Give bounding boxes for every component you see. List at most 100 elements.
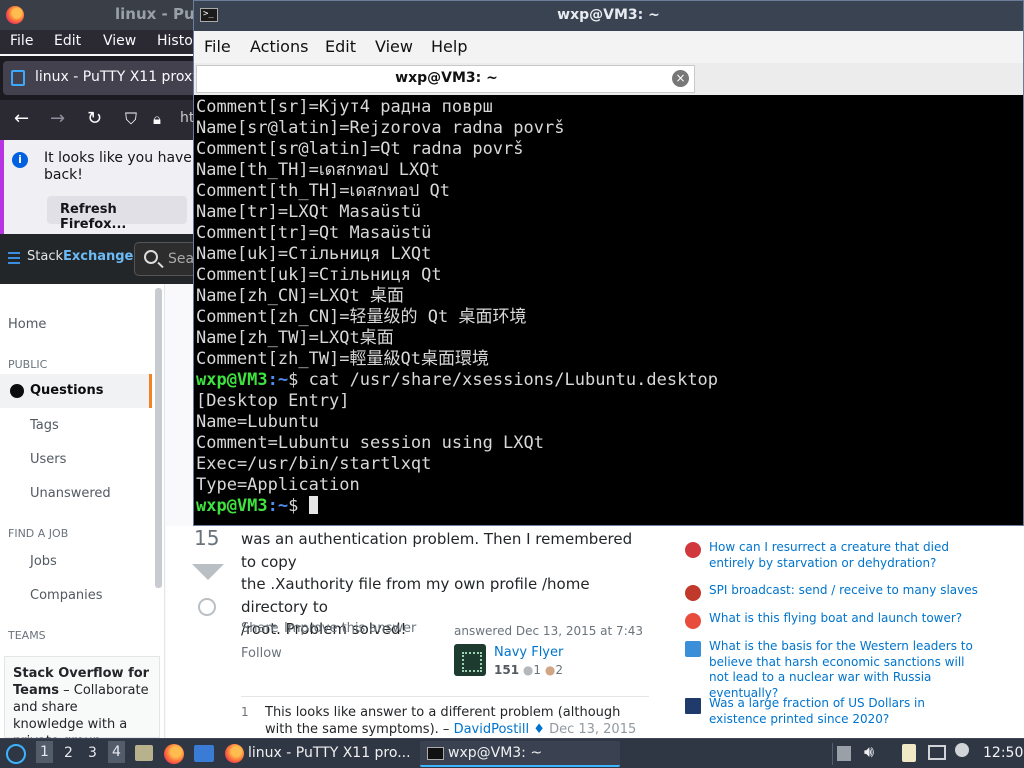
search-input[interactable]: Sea xyxy=(134,242,200,276)
prompt-path: :~ xyxy=(267,496,289,516)
answered-date: answered Dec 13, 2015 at 7:43 xyxy=(454,624,643,638)
back-icon[interactable]: ← xyxy=(14,108,29,129)
menu-file[interactable]: File xyxy=(204,37,231,56)
task-firefox[interactable]: linux - PuTTY X11 pro... xyxy=(220,741,416,767)
terminal-line: Name[th_TH]=เดสกทอป LXQt xyxy=(196,160,440,180)
clock[interactable]: 12:50 xyxy=(983,745,1023,761)
lock-icon[interactable]: 🔒︎ xyxy=(153,110,161,128)
menu-view[interactable]: View xyxy=(375,37,413,56)
avatar[interactable] xyxy=(454,644,486,676)
stackexchange-header: StackExchange Sea xyxy=(0,234,200,284)
workspace-1[interactable]: 1 xyxy=(36,741,53,763)
putty-tab-icon xyxy=(11,70,25,86)
firefox-tab[interactable]: linux - PuTTY X11 proxy: xyxy=(3,61,204,95)
sidebar-item-jobs[interactable]: Jobs xyxy=(30,554,57,569)
terminal-titlebar[interactable]: >_ wxp@VM3: ~ xyxy=(194,1,1023,31)
show-desktop-icon[interactable] xyxy=(194,745,214,762)
terminal-tab-label: wxp@VM3: ~ xyxy=(395,70,498,86)
firefox-launcher-icon[interactable] xyxy=(164,744,184,764)
terminal-line: Name[tr]=LXQt Masaüstü xyxy=(196,202,422,222)
volume-icon[interactable]: 🔊︎ xyxy=(864,742,880,761)
network-icon[interactable] xyxy=(928,745,946,760)
terminal-prompt-line[interactable]: wxp@VM3:~$ xyxy=(196,496,318,517)
sidebar-item-label: Questions xyxy=(30,383,104,398)
follow-link[interactable]: Follow xyxy=(241,646,282,661)
forward-icon[interactable]: → xyxy=(50,108,65,129)
prompt-symbol: $ xyxy=(288,370,309,390)
hot-question-link[interactable]: How can I resurrect a creature that died… xyxy=(709,540,984,571)
teams-promo[interactable]: Stack Overflow for Teams – Collaborate a… xyxy=(4,656,160,749)
search-placeholder: Sea xyxy=(168,251,195,267)
terminal-tabbar: wxp@VM3: ~ × xyxy=(194,63,1023,95)
history-icon[interactable] xyxy=(198,598,216,616)
hot-question-link[interactable]: What is this flying boat and launch towe… xyxy=(709,611,984,627)
terminal-window: >_ wxp@VM3: ~ File Actions Edit View Hel… xyxy=(193,0,1024,526)
sidebar-item-tags[interactable]: Tags xyxy=(30,418,59,433)
task-label: linux - PuTTY X11 pro... xyxy=(248,745,411,761)
shield-icon[interactable]: ⛉ xyxy=(125,109,137,129)
menu-view[interactable]: View xyxy=(103,33,136,49)
menu-edit[interactable]: Edit xyxy=(54,33,81,49)
sidebar-item-companies[interactable]: Companies xyxy=(30,588,103,603)
hot-question-link[interactable]: Was a large fraction of US Dollars in ex… xyxy=(709,696,984,727)
divider xyxy=(241,696,649,697)
close-icon[interactable]: × xyxy=(672,70,689,87)
sidebar-scrollbar[interactable] xyxy=(155,288,162,588)
moderator-diamond-icon: ♦ xyxy=(529,722,550,737)
menu-help[interactable]: Help xyxy=(431,37,467,56)
answer-line-1: was an authentication problem. Then I re… xyxy=(241,530,633,571)
terminal-line: Comment[sr@latin]=Qt radna površ xyxy=(196,139,524,159)
terminal-menubar: File Actions Edit View Help xyxy=(194,31,1023,63)
hot-question-link[interactable]: SPI broadcast: send / receive to many sl… xyxy=(709,583,984,599)
terminal-line: Exec=/usr/bin/startlxqt xyxy=(196,454,432,474)
globe-icon xyxy=(10,384,24,398)
downvote-icon[interactable] xyxy=(192,564,224,580)
workspace-4[interactable]: 4 xyxy=(108,741,125,763)
user-reputation: 151 ●1 ●2 xyxy=(494,663,563,677)
firefox-window-title: linux - Pu xyxy=(115,5,195,23)
comment-user-link[interactable]: DavidPostill xyxy=(454,722,530,737)
prompt-user: wxp@VM3 xyxy=(196,496,268,516)
start-menu-icon[interactable] xyxy=(6,744,26,764)
terminal-line: [Desktop Entry] xyxy=(196,391,350,411)
site-icon xyxy=(685,698,701,714)
hot-question-link[interactable]: What is the basis for the Western leader… xyxy=(709,639,984,701)
brand-exchange: Exchange xyxy=(63,249,134,264)
sidebar-item-users[interactable]: Users xyxy=(30,452,66,467)
stackexchange-sidebar: Home PUBLIC Questions Tags Users Unanswe… xyxy=(0,284,165,749)
site-icon xyxy=(685,585,701,601)
menu-icon[interactable] xyxy=(8,252,20,264)
terminal-icon xyxy=(427,747,444,760)
terminal-line: Type=Application xyxy=(196,475,360,495)
workspace-2[interactable]: 2 xyxy=(64,745,73,761)
task-terminal[interactable]: wxp@VM3: ~ xyxy=(420,741,620,767)
clipboard-icon[interactable] xyxy=(902,744,916,762)
menu-edit[interactable]: Edit xyxy=(325,37,356,56)
menu-history[interactable]: Histo xyxy=(157,33,193,49)
prompt-symbol: $ xyxy=(288,496,309,516)
sidebar-item-questions[interactable]: Questions xyxy=(0,374,152,408)
improve-answer-link[interactable]: Improve this answer xyxy=(284,621,416,636)
prompt-path: :~ xyxy=(267,370,289,390)
terminal-command-line: wxp@VM3:~$ cat /usr/share/xsessions/Lubu… xyxy=(196,370,718,391)
sidebar-item-home[interactable]: Home xyxy=(8,317,46,332)
refresh-firefox-button[interactable]: Refresh Firefox... xyxy=(47,196,187,232)
answer-line-2: the .Xauthority file from my own profile… xyxy=(241,575,590,616)
notification-icon[interactable] xyxy=(955,743,969,757)
user-name-link[interactable]: Navy Flyer xyxy=(494,645,563,660)
reload-icon[interactable]: ↻ xyxy=(87,108,102,129)
workspace-3[interactable]: 3 xyxy=(88,745,97,761)
menu-actions[interactable]: Actions xyxy=(250,37,308,56)
terminal-output[interactable]: Comment[sr]=Кјут4 радна површ Name[sr@la… xyxy=(196,97,1022,525)
share-link[interactable]: Share xyxy=(241,621,279,636)
update-notifier-icon[interactable] xyxy=(837,746,851,761)
sidebar-section-teams: TEAMS xyxy=(8,629,46,642)
menu-file[interactable]: File xyxy=(10,33,33,49)
terminal-tab[interactable]: wxp@VM3: ~ × xyxy=(196,65,695,93)
sidebar-item-unanswered[interactable]: Unanswered xyxy=(30,486,111,501)
file-manager-icon[interactable] xyxy=(135,745,153,761)
stackexchange-logo[interactable]: StackExchange xyxy=(27,249,133,264)
firefox-navbar: ← → ↻ ⛉ 🔒︎ ht xyxy=(0,100,200,140)
brand-stack: Stack xyxy=(27,249,63,264)
firefox-icon xyxy=(225,744,244,763)
